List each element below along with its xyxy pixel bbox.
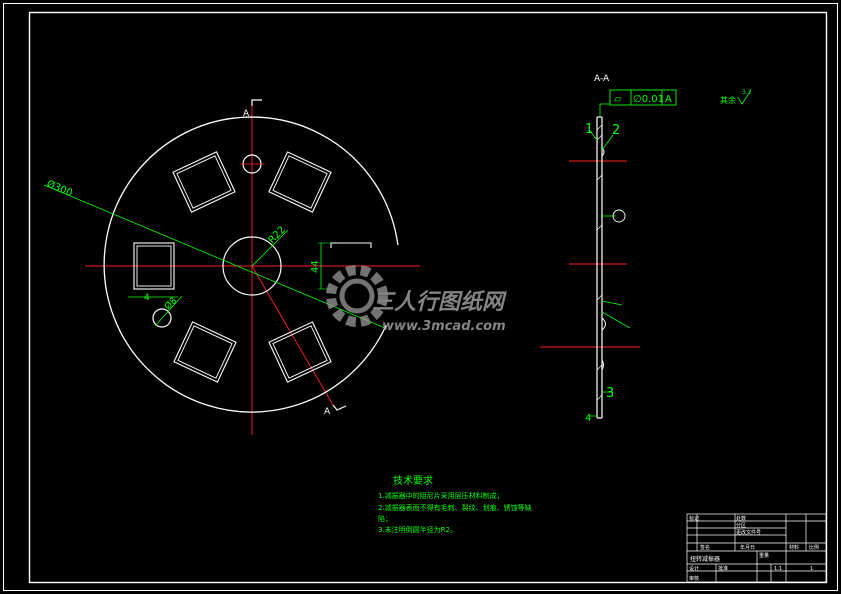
watermark: 三人行图纸网 www.3mcad.com <box>326 265 507 334</box>
hub-radius-label: R22 <box>266 224 288 246</box>
watermark-gear-hub <box>339 278 375 314</box>
tech-req-line-1: 1.减振器中的阻尼片采用层压材料制成； <box>378 491 504 500</box>
section-arrow-top <box>251 99 262 106</box>
watermark-url: www.3mcad.com <box>382 319 506 334</box>
surface-finish-note: 其余 3.2 <box>720 89 752 105</box>
tech-req-line-4: 3.未注明倒圆半径为R2。 <box>378 525 457 534</box>
slot-lower-right <box>268 321 332 383</box>
gdt-symbol: ⏥ <box>614 94 622 105</box>
outer-circle <box>103 116 399 413</box>
part-number-2: 2 <box>612 123 620 138</box>
slot-lower-left <box>173 321 237 383</box>
watermark-brand: 三人行图纸网 <box>372 289 507 315</box>
tb-cell-3: 分区 <box>736 522 746 529</box>
part-number-1: 1 <box>585 122 593 137</box>
dim-leader-c <box>601 300 623 306</box>
tech-req-line-2: 2.减振器表面不得有毛刺、裂纹、划痕、锈蚀等缺 <box>378 503 532 512</box>
section-view: A-A ⏥ ∅0.01 A 1 2 3 4 <box>540 74 677 424</box>
tb-material: 材料 <box>789 544 799 551</box>
gdt-datum: A <box>665 94 672 105</box>
part-number-4: 4 <box>585 413 591 424</box>
section-title: A-A <box>594 74 610 84</box>
tb-cell-2: 处数 <box>736 515 746 522</box>
outer-diameter-label: Ø300 <box>45 178 75 199</box>
dim-leader-b <box>601 311 631 329</box>
part-number-3: 3 <box>606 386 614 401</box>
title-block-text: 标记 处数 分区 更改文件号 签名 年月日 材料 比例 扭转减振器 重量 设计 … <box>689 515 819 582</box>
section-label-bottom: A <box>324 407 331 417</box>
roughness-value: 3.2 <box>742 89 752 96</box>
tb-scale-value: 1:1 <box>774 566 782 572</box>
tb-part-name: 扭转减振器 <box>690 555 720 563</box>
section-arrow-bottom <box>332 404 347 411</box>
tech-req-title: 技术要求 <box>393 474 433 487</box>
tb-cell-4: 更改文件号 <box>736 529 761 536</box>
tb-designer: 设计 <box>689 565 699 572</box>
tb-approver: 批准 <box>718 565 728 572</box>
side-dim-label: 4 <box>144 293 150 303</box>
slot-right-notch <box>330 242 372 248</box>
gdt-tolerance: ∅0.01 <box>633 94 664 105</box>
cad-drawing: A A Ø300 R22 44 4 Ø8 A-A ⏥ ∅0.01 A 1 2 3… <box>3 3 838 591</box>
tb-cell-5: 签名 <box>700 544 710 551</box>
tech-req-line-3: 陷； <box>378 514 392 523</box>
tech-requirements: 技术要求 1.减振器中的阻尼片采用层压材料制成； 2.减振器表面不得有毛刺、裂纹… <box>378 474 532 534</box>
section-label-top: A <box>243 109 250 119</box>
section-hatch <box>596 124 603 401</box>
slot-upper-left <box>172 151 236 213</box>
slot-dim-label: 44 <box>310 260 321 273</box>
tb-weight: 重量 <box>759 552 769 559</box>
tb-cell-1: 标记 <box>689 515 699 522</box>
surface-finish-label: 其余 <box>720 95 736 105</box>
tb-cell-6: 年月日 <box>740 544 755 551</box>
slot-upper-right <box>268 151 332 213</box>
tb-scale-label: 比例 <box>809 544 819 551</box>
tb-sheet: 1 <box>810 566 813 572</box>
tb-checker: 审核 <box>689 575 699 582</box>
